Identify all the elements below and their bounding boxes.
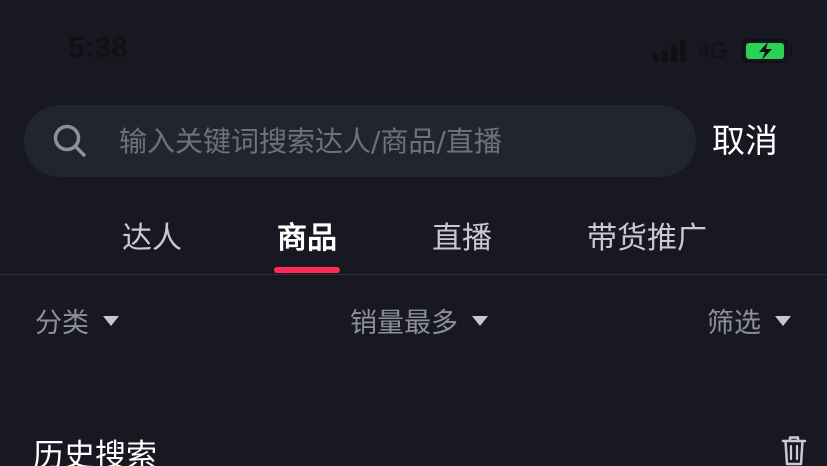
category-tabs: 达人 商品 直播 带货推广	[0, 205, 827, 275]
active-tab-indicator	[274, 267, 340, 273]
search-icon	[53, 124, 86, 157]
status-bar: 5:38 4G	[0, 0, 827, 100]
caret-down-icon	[103, 315, 119, 326]
history-title: 历史搜索	[33, 438, 157, 466]
tab-live[interactable]: 直播	[432, 213, 492, 257]
sort-filter[interactable]: 销量最多	[350, 301, 488, 340]
network-type: 4G	[698, 38, 728, 63]
cancel-button[interactable]: 取消	[712, 121, 778, 161]
search-bar[interactable]	[24, 105, 696, 177]
screen-filter-label: 筛选	[707, 308, 761, 339]
signal-icon	[653, 39, 691, 62]
category-filter[interactable]: 分类	[35, 301, 119, 340]
caret-down-icon	[472, 315, 488, 326]
caret-down-icon	[775, 315, 791, 326]
trash-icon[interactable]	[780, 434, 808, 466]
tab-divider	[0, 274, 827, 275]
tab-influencers[interactable]: 达人	[122, 213, 182, 257]
product-search-screen: 5:38 4G 取消 达人 商品 直播 带货推广 分类	[0, 0, 827, 466]
sort-filter-label: 销量最多	[350, 308, 458, 339]
status-time: 5:38	[68, 32, 129, 64]
category-filter-label: 分类	[35, 308, 89, 339]
tab-promotion[interactable]: 带货推广	[587, 213, 707, 257]
tab-products[interactable]: 商品	[277, 213, 337, 257]
search-input[interactable]	[119, 123, 679, 159]
battery-charging-icon	[742, 39, 792, 63]
screen-filter[interactable]: 筛选	[707, 301, 791, 340]
